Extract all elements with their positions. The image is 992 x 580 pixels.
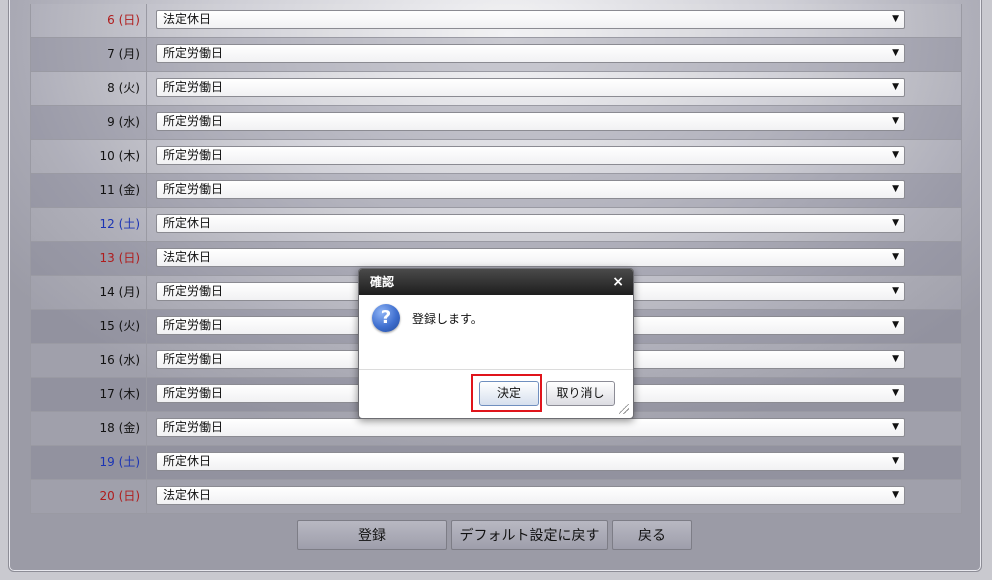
table-row: 19 (土) 所定休日 ▼ <box>31 446 961 480</box>
reset-default-button[interactable]: デフォルト設定に戻す <box>451 520 608 550</box>
day-type-value: 所定休日 <box>163 216 212 230</box>
triangle-down-icon[interactable]: ▼ <box>892 45 899 62</box>
day-type-select[interactable]: 所定労働日 ▼ <box>156 180 905 199</box>
day-label: 17 (木) <box>31 378 147 411</box>
ok-button[interactable]: 決定 <box>479 381 539 406</box>
dialog-body: ? 登録します。 <box>359 295 633 370</box>
table-row: 12 (土) 所定休日 ▼ <box>31 208 961 242</box>
triangle-down-icon[interactable]: ▼ <box>892 283 899 300</box>
day-label: 7 (月) <box>31 38 147 71</box>
day-type-select[interactable]: 所定休日 ▼ <box>156 214 905 233</box>
table-row: 8 (火) 所定労働日 ▼ <box>31 72 961 106</box>
triangle-down-icon[interactable]: ▼ <box>892 249 899 266</box>
triangle-down-icon[interactable]: ▼ <box>892 215 899 232</box>
day-type-value: 所定労働日 <box>163 148 224 162</box>
triangle-down-icon[interactable]: ▼ <box>892 317 899 334</box>
day-type-select[interactable]: 所定休日 ▼ <box>156 452 905 471</box>
day-type-value: 所定労働日 <box>163 352 224 366</box>
triangle-down-icon[interactable]: ▼ <box>892 453 899 470</box>
day-label: 9 (水) <box>31 106 147 139</box>
day-type-value: 所定労働日 <box>163 182 224 196</box>
table-row: 7 (月) 所定労働日 ▼ <box>31 38 961 72</box>
table-row: 9 (水) 所定労働日 ▼ <box>31 106 961 140</box>
day-type-table: 6 (日) 法定休日 ▼ 7 (月) 所定労働日 ▼ 8 (火) 所定労働日 ▼ 9 (水) 所定労… <box>30 4 962 514</box>
resize-grip-icon[interactable] <box>619 404 629 414</box>
table-row: 6 (日) 法定休日 ▼ <box>31 4 961 38</box>
day-type-value: 法定休日 <box>163 250 212 264</box>
day-label: 13 (日) <box>31 242 147 275</box>
day-type-value: 所定労働日 <box>163 386 224 400</box>
day-type-value: 所定労働日 <box>163 114 224 128</box>
day-type-value: 法定休日 <box>163 488 212 502</box>
triangle-down-icon[interactable]: ▼ <box>892 113 899 130</box>
confirm-dialog: 確認 × ? 登録します。 決定 取り消し <box>358 268 634 419</box>
day-type-value: 所定労働日 <box>163 318 224 332</box>
day-label: 15 (火) <box>31 310 147 343</box>
day-type-value: 所定労働日 <box>163 46 224 60</box>
day-type-select[interactable]: 所定労働日 ▼ <box>156 44 905 63</box>
day-type-select[interactable]: 所定労働日 ▼ <box>156 418 905 437</box>
question-icon: ? <box>372 304 400 332</box>
triangle-down-icon[interactable]: ▼ <box>892 147 899 164</box>
dialog-message: 登録します。 <box>412 312 483 326</box>
triangle-down-icon[interactable]: ▼ <box>892 351 899 368</box>
day-type-value: 法定休日 <box>163 12 212 26</box>
table-row: 10 (木) 所定労働日 ▼ <box>31 140 961 174</box>
day-type-select[interactable]: 所定労働日 ▼ <box>156 146 905 165</box>
table-row: 20 (日) 法定休日 ▼ <box>31 480 961 514</box>
day-label: 14 (月) <box>31 276 147 309</box>
register-button[interactable]: 登録 <box>297 520 447 550</box>
day-label: 16 (水) <box>31 344 147 377</box>
day-type-select[interactable]: 所定労働日 ▼ <box>156 112 905 131</box>
back-button[interactable]: 戻る <box>612 520 692 550</box>
dialog-title: 確認 <box>370 275 395 289</box>
triangle-down-icon[interactable]: ▼ <box>892 79 899 96</box>
day-type-value: 所定休日 <box>163 454 212 468</box>
cancel-button[interactable]: 取り消し <box>546 381 615 406</box>
day-type-value: 所定労働日 <box>163 420 224 434</box>
day-label: 20 (日) <box>31 480 147 513</box>
table-row: 11 (金) 所定労働日 ▼ <box>31 174 961 208</box>
triangle-down-icon[interactable]: ▼ <box>892 11 899 28</box>
day-type-select[interactable]: 所定労働日 ▼ <box>156 78 905 97</box>
day-type-select[interactable]: 法定休日 ▼ <box>156 10 905 29</box>
day-label: 6 (日) <box>31 4 147 37</box>
day-label: 8 (火) <box>31 72 147 105</box>
triangle-down-icon[interactable]: ▼ <box>892 385 899 402</box>
day-label: 18 (金) <box>31 412 147 445</box>
dialog-footer: 決定 取り消し <box>359 370 633 418</box>
day-type-value: 所定労働日 <box>163 284 224 298</box>
triangle-down-icon[interactable]: ▼ <box>892 181 899 198</box>
triangle-down-icon[interactable]: ▼ <box>892 419 899 436</box>
day-label: 11 (金) <box>31 174 147 207</box>
dialog-titlebar[interactable]: 確認 × <box>359 269 633 295</box>
close-icon[interactable]: × <box>612 269 624 295</box>
action-bar: 登録 デフォルト設定に戻す 戻る <box>297 520 692 550</box>
day-label: 19 (土) <box>31 446 147 479</box>
day-label: 10 (木) <box>31 140 147 173</box>
day-type-value: 所定労働日 <box>163 80 224 94</box>
day-type-select[interactable]: 法定休日 ▼ <box>156 248 905 267</box>
day-label: 12 (土) <box>31 208 147 241</box>
day-type-select[interactable]: 法定休日 ▼ <box>156 486 905 505</box>
triangle-down-icon[interactable]: ▼ <box>892 487 899 504</box>
